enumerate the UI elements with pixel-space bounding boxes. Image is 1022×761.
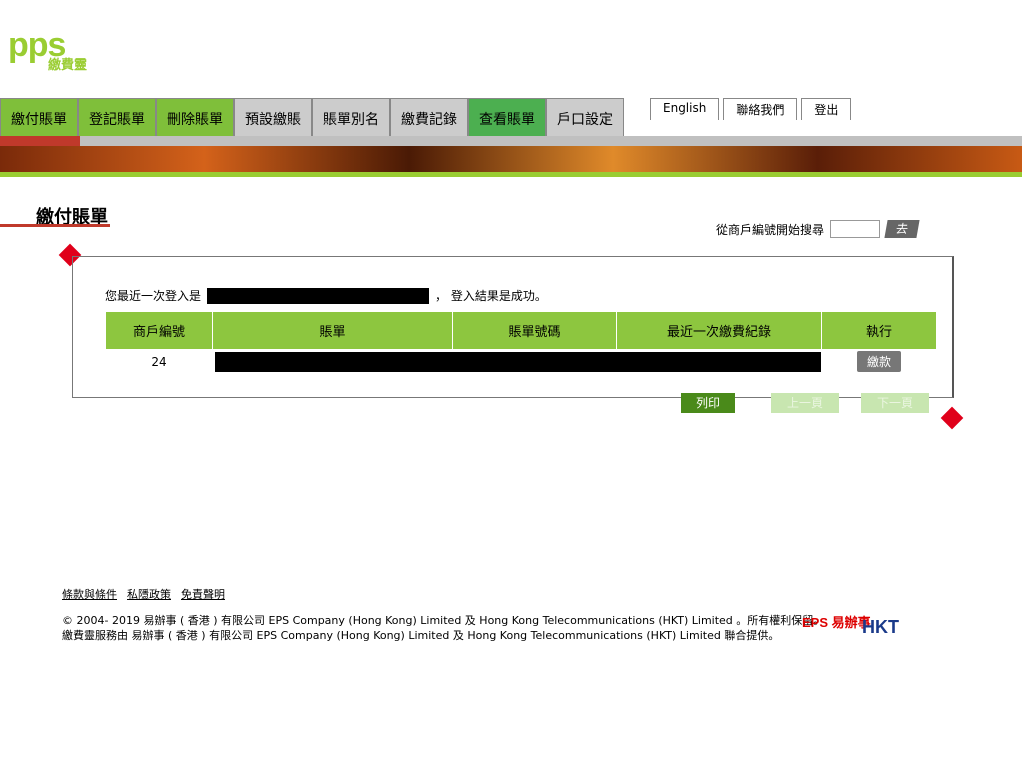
active-tab-marker — [0, 136, 80, 146]
tab-payment-records[interactable]: 繳費記錄 — [390, 98, 468, 136]
copyright: © 2004- 2019 易辦事 ( 香港 ) 有限公司 EPS Company… — [62, 613, 824, 643]
privacy-link[interactable]: 私隱政策 — [127, 586, 171, 602]
prev-page-button[interactable]: 上一頁 — [771, 393, 839, 413]
tab-pay-bills[interactable]: 繳付賬單 — [0, 98, 78, 136]
bills-table: 商戶編號 賬單 賬單號碼 最近一次繳費紀錄 執行 24 繳款 — [105, 311, 937, 374]
disclaimer-link[interactable]: 免責聲明 — [181, 586, 225, 602]
merchant-no-input[interactable] — [830, 220, 881, 238]
col-merchant-no: 商戶編號 — [105, 311, 213, 350]
login-status: 您最近一次登入是 ， 登入結果是成功。 — [105, 287, 547, 304]
tab-account-settings[interactable]: 戶口設定 — [546, 98, 624, 136]
banner-divider — [0, 172, 1022, 177]
copyright-line-2: 繳費靈服務由 易辦事 ( 香港 ) 有限公司 EPS Company (Hong… — [62, 629, 780, 642]
autumn-leaves-banner — [0, 146, 1022, 172]
english-link[interactable]: English — [650, 98, 720, 120]
tab-register-bills[interactable]: 登記賬單 — [78, 98, 156, 136]
page-title-underline — [0, 224, 110, 227]
go-button[interactable]: 去 — [884, 220, 920, 238]
tab-bill-alias[interactable]: 賬單別名 — [312, 98, 390, 136]
merchant-search: 從商戶編號開始搜尋 去 — [716, 220, 920, 238]
col-bill: 賬單 — [212, 311, 453, 350]
corner-diamond-bottom — [940, 406, 964, 430]
tab-view-bills[interactable]: 查看賬單 — [468, 98, 546, 136]
pay-button[interactable]: 繳款 — [856, 351, 901, 373]
terms-link[interactable]: 條款與條件 — [62, 586, 117, 602]
logout-link[interactable]: 登出 — [801, 98, 852, 120]
col-last-payment: 最近一次繳費紀錄 — [616, 311, 822, 350]
merchant-no-cell: 24 — [151, 354, 167, 369]
main-nav: 繳付賬單 登記賬單 刪除賬單 預設繳賬 賬單別名 繳費記錄 查看賬單 戶口設定 — [0, 98, 624, 136]
bills-panel: 您最近一次登入是 ， 登入結果是成功。 商戶編號 賬單 賬單號碼 最近一次繳費紀… — [72, 256, 954, 413]
contact-us-link[interactable]: 聯絡我們 — [723, 98, 798, 120]
next-page-button[interactable]: 下一頁 — [861, 393, 929, 413]
print-button[interactable]: 列印 — [681, 393, 735, 413]
eps-logo: EPS 易辦事 — [802, 615, 871, 630]
col-action: 執行 — [821, 311, 937, 350]
tab-preset-pay[interactable]: 預設繳賬 — [234, 98, 312, 136]
footer-links: 條款與條件 私隱政策 免責聲明 — [62, 586, 225, 602]
tab-delete-bills[interactable]: 刪除賬單 — [156, 98, 234, 136]
copyright-line-1: © 2004- 2019 易辦事 ( 香港 ) 有限公司 EPS Company… — [62, 614, 825, 627]
redacted-login-time — [207, 287, 430, 304]
pps-logo: pps 繳費靈 — [8, 28, 118, 73]
redacted-bill-info — [214, 351, 821, 372]
utility-nav: English 聯絡我們 登出 — [650, 98, 855, 120]
login-status-prefix: 您最近一次登入是 — [105, 289, 202, 303]
logo-subtitle: 繳費靈 — [48, 58, 88, 73]
table-row: 24 繳款 — [106, 350, 937, 374]
nav-underline — [0, 136, 1022, 146]
col-bill-number: 賬單號碼 — [452, 311, 617, 350]
hkt-logo: HKT — [862, 617, 899, 637]
login-status-suffix: ， 登入結果是成功。 — [435, 289, 547, 303]
search-label: 從商戶編號開始搜尋 — [716, 222, 825, 237]
